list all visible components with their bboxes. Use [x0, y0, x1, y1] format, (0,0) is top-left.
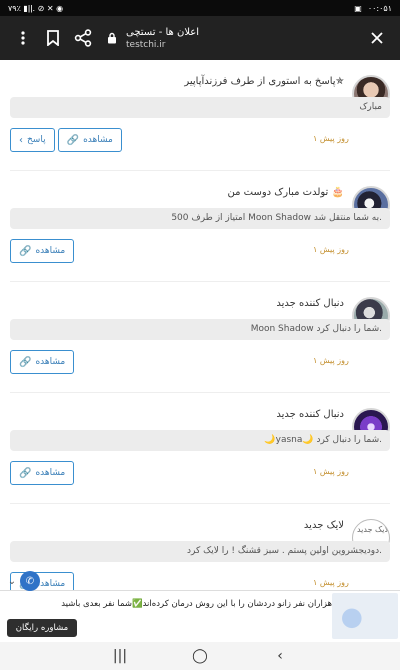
notification-title: تولدت مبارک دوست من 🎂 — [227, 187, 345, 198]
ad-text: هزاران نفر زانو دردشان را با این روش درم… — [61, 599, 332, 609]
ad-cta-button[interactable]: مشاوره رایگان — [7, 619, 77, 637]
notification-item: تولدت مبارک دوست من 🎂 500 امتیاز از طرف … — [10, 171, 390, 282]
notification-item: دنبال کننده جدید 🌙yasna🌙 شما را دنبال کر… — [10, 393, 390, 504]
notification-time: ۱ روز پیش — [313, 134, 349, 143]
lock-icon — [102, 23, 122, 53]
notifications-feed[interactable]: پاسخ به استوری از طرف فرزندآپاپیر✯ مبارک… — [0, 60, 400, 590]
link-icon: 🔗 — [19, 356, 32, 368]
browser-toolbar: اعلان ها - تستچی testchi.ir — [0, 16, 400, 60]
notification-item: لایک جدید لایک جدید دودیجشروین اولین پست… — [10, 504, 390, 590]
status-time: ۰۰:۰۵۱ — [367, 3, 392, 13]
back-icon[interactable]: ‹ — [265, 648, 295, 664]
notification-time: ۱ روز پیش — [313, 578, 349, 587]
notification-time: ۱ روز پیش — [313, 356, 349, 365]
notification-title: لایک جدید — [303, 520, 344, 531]
view-button[interactable]: 🔗 مشاهده — [10, 461, 75, 485]
bookmark-icon[interactable] — [38, 23, 68, 53]
notification-time: ۱ روز پیش — [313, 245, 349, 254]
page-url: testchi.ir — [126, 39, 166, 50]
menu-icon[interactable] — [8, 23, 38, 53]
chevron-down-icon[interactable]: ⌄ — [4, 573, 20, 589]
share-icon[interactable] — [68, 23, 98, 53]
notification-body: مبارک — [10, 97, 390, 118]
view-button[interactable]: 🔗 مشاهده — [10, 350, 75, 374]
link-icon: 🔗 — [19, 467, 32, 479]
chat-bubble-icon[interactable]: ✆ — [20, 571, 40, 591]
page-title: اعلان ها - تستچی — [126, 26, 200, 38]
reply-button[interactable]: ‹ پاسخ — [10, 128, 55, 152]
notification-body: 500 امتیاز از طرف Moon Shadow به شما منت… — [10, 208, 390, 229]
address-area[interactable]: اعلان ها - تستچی testchi.ir — [122, 27, 362, 50]
ad-banner[interactable]: ⌄ ✆ هزاران نفر زانو دردشان را با این روش… — [0, 571, 400, 642]
status-bar: ۷۹٪ ▮ǀǀ. ⊘ ✕ ◉ ▣ ۰۰:۰۵۱ — [0, 0, 400, 16]
notification-item: پاسخ به استوری از طرف فرزندآپاپیر✯ مبارک… — [10, 60, 390, 171]
notification-body: Moon Shadow شما را دنبال کرد. — [10, 319, 390, 340]
home-icon[interactable]: ◯ — [185, 648, 215, 664]
status-indicators: ۷۹٪ ▮ǀǀ. ⊘ ✕ ◉ — [8, 4, 63, 13]
notification-title: دنبال کننده جدید — [276, 409, 344, 420]
notification-title: پاسخ به استوری از طرف فرزندآپاپیر✯ — [184, 76, 344, 87]
notification-title: دنبال کننده جدید — [276, 298, 344, 309]
link-icon: 🔗 — [66, 134, 80, 146]
notification-time: ۱ روز پیش — [313, 467, 349, 476]
system-nav-bar: ||| ◯ ‹ — [0, 642, 400, 670]
ad-image[interactable] — [332, 593, 398, 639]
notification-item: دنبال کننده جدید Moon Shadow شما را دنبا… — [10, 282, 390, 393]
link-icon: 🔗 — [19, 245, 32, 257]
broken-image-alt: لایک جدید — [356, 525, 389, 534]
recent-apps-icon[interactable]: ||| — [105, 648, 135, 664]
chevron-left-icon: ‹ — [19, 134, 23, 146]
notification-body: 🌙yasna🌙 شما را دنبال کرد. — [10, 430, 390, 451]
notification-body: دودیجشروین اولین پستم . سبز قشنگ ! را لا… — [10, 541, 390, 562]
gallery-icon: ▣ — [354, 3, 362, 13]
close-icon[interactable] — [362, 23, 392, 53]
view-button[interactable]: 🔗 مشاهده — [10, 239, 75, 263]
view-button[interactable]: 🔗 مشاهده — [57, 128, 122, 152]
status-icons: ۷۹٪ ▮ǀǀ. ⊘ ✕ ◉ — [8, 3, 64, 13]
